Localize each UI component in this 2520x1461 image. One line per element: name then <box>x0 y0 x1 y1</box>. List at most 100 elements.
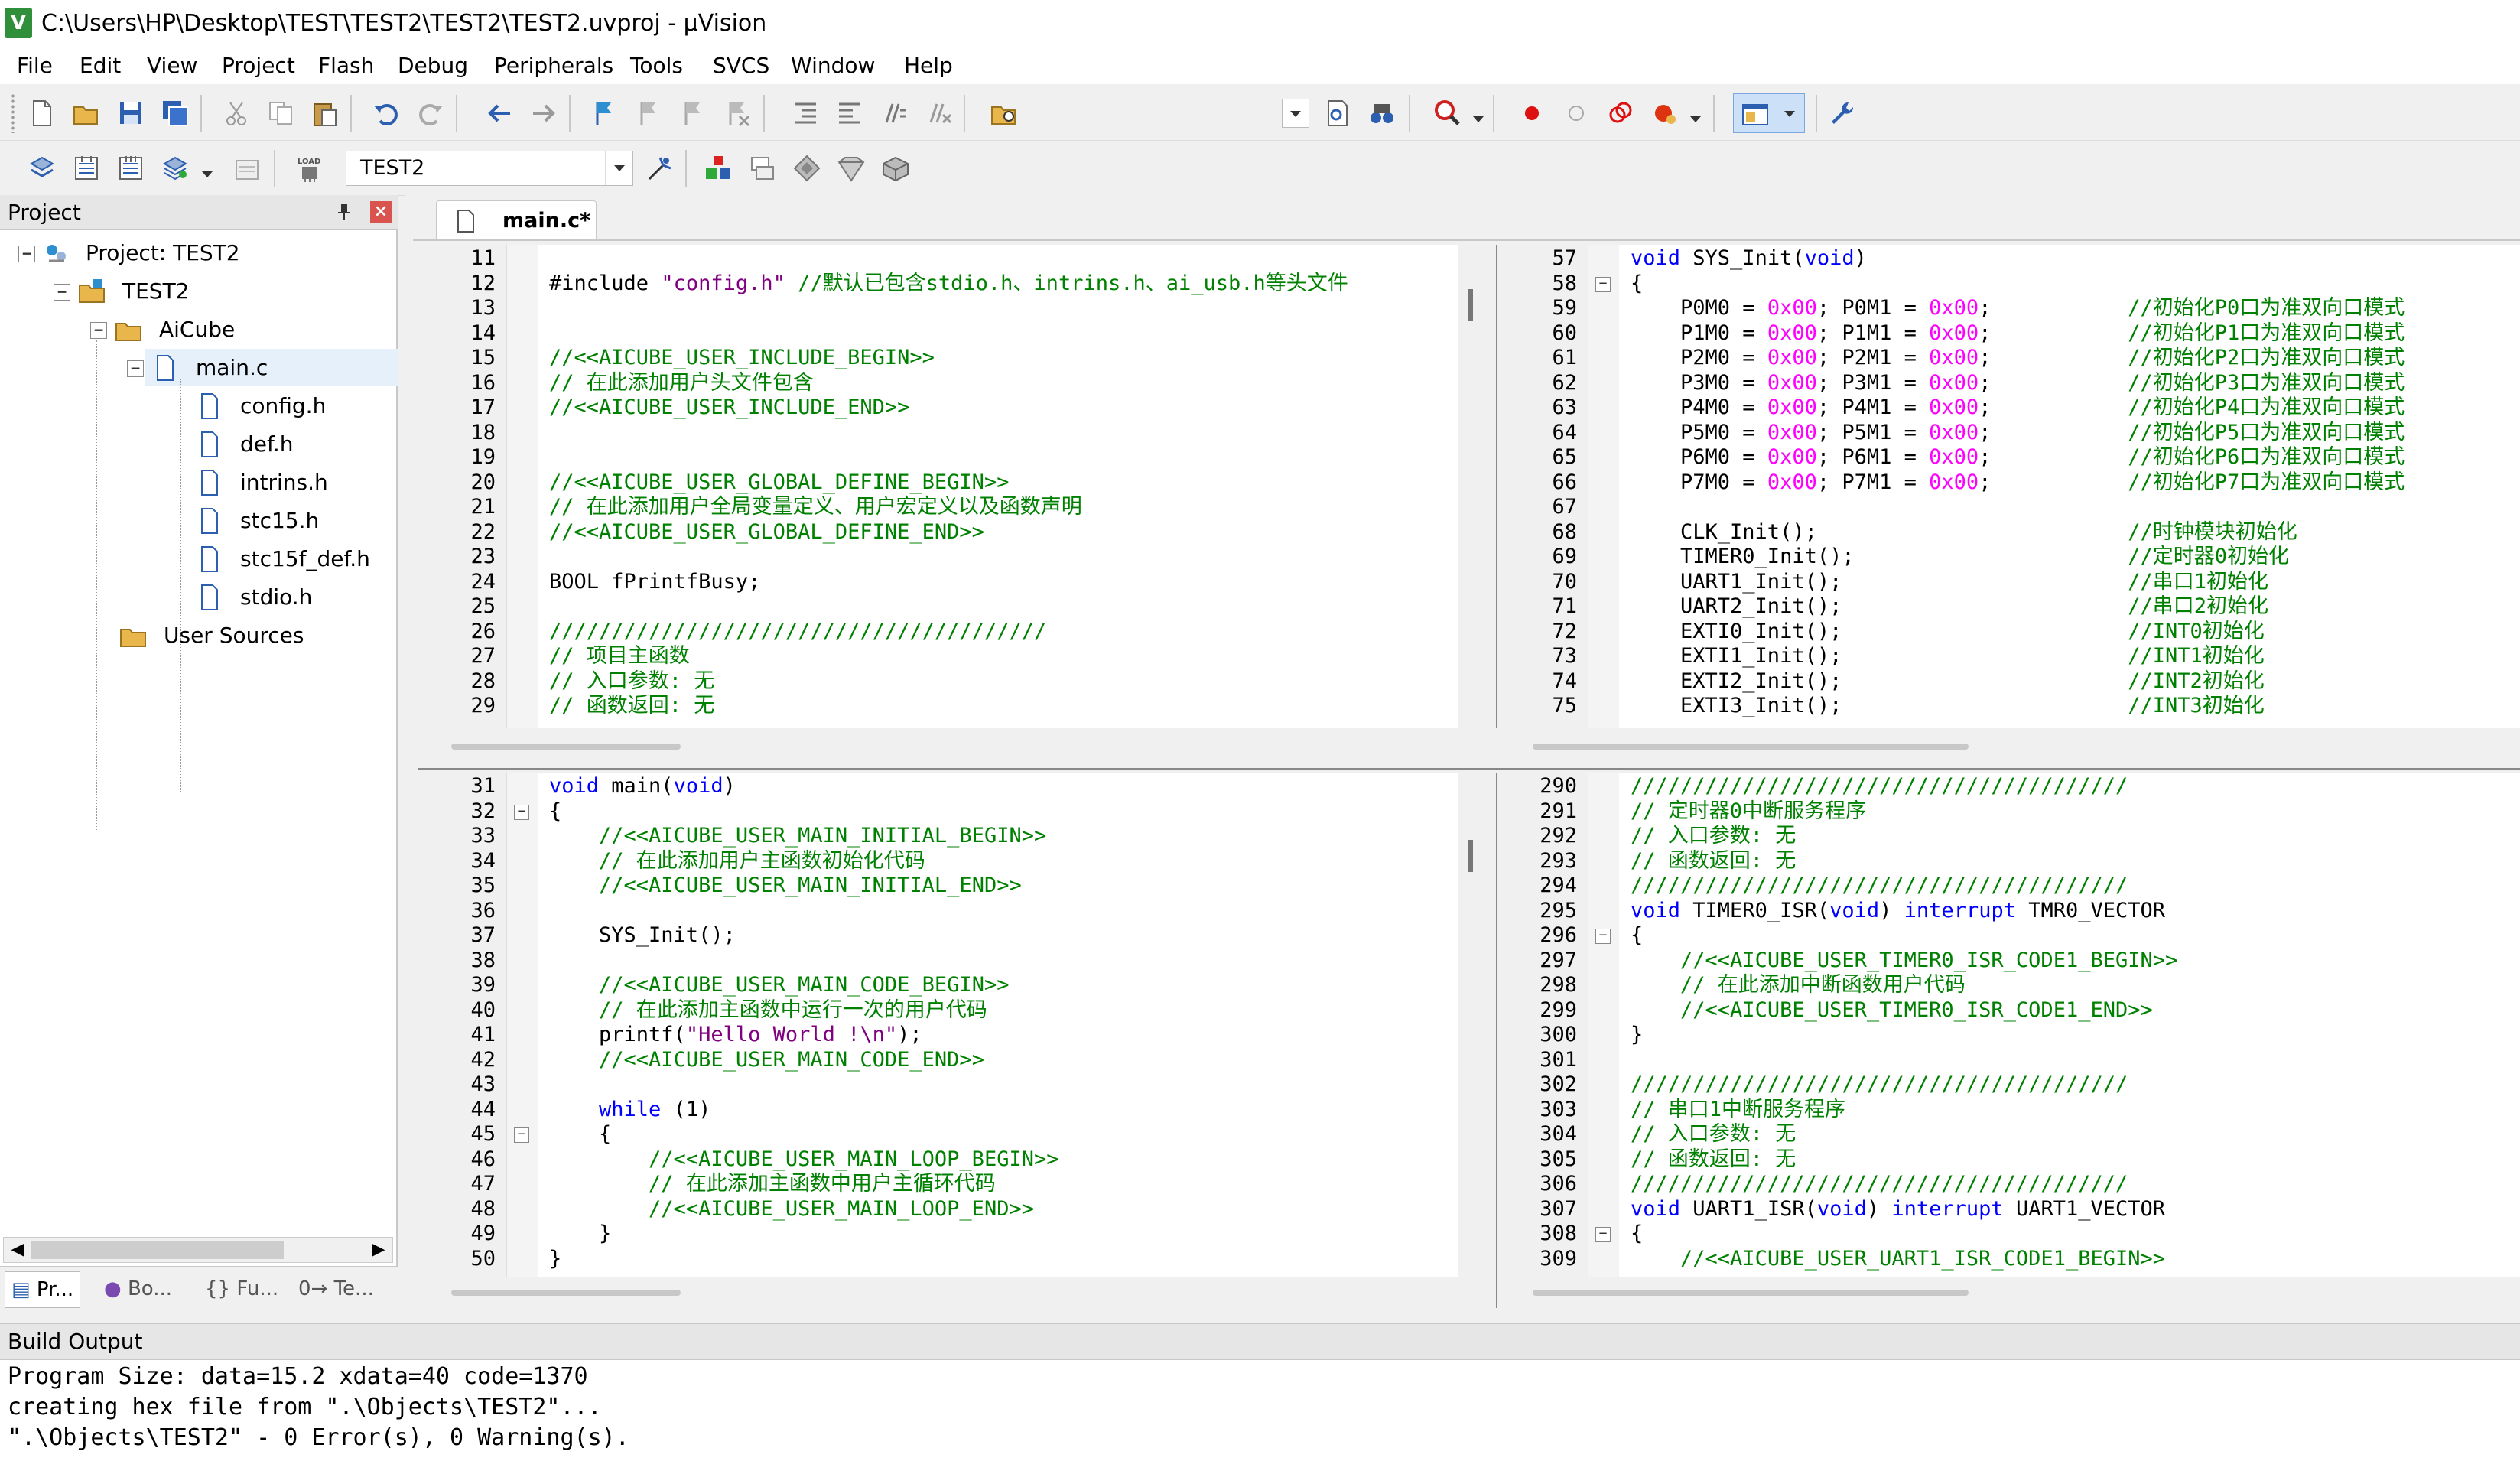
redo-button[interactable] <box>411 93 450 134</box>
browse-button[interactable] <box>1363 93 1401 134</box>
tab-project[interactable]: ▤ Pr... <box>5 1271 81 1308</box>
tab-books[interactable]: ● Bo... <box>98 1271 178 1306</box>
expander-icon[interactable]: − <box>54 284 70 301</box>
expander-icon[interactable]: − <box>18 246 35 262</box>
pane-hscrollbar-thumb[interactable] <box>451 744 681 750</box>
build-button[interactable] <box>67 148 106 189</box>
clear-bookmarks-button[interactable] <box>719 93 757 134</box>
start-debug-session-button[interactable] <box>1429 93 1467 134</box>
manage-components-button[interactable] <box>699 148 737 189</box>
fold-toggle-icon[interactable]: − <box>514 1127 529 1143</box>
paste-button[interactable] <box>306 93 344 134</box>
options-for-target-button[interactable] <box>639 148 678 189</box>
fold-toggle-icon[interactable]: − <box>1595 276 1611 292</box>
pane-vscrollbar-thumb[interactable] <box>1468 840 1473 872</box>
pane-vscrollbar-thumb[interactable] <box>1468 289 1473 321</box>
save-button[interactable] <box>112 93 150 134</box>
target-select[interactable]: TEST2 <box>346 151 633 186</box>
tab-main-c[interactable]: main.c* <box>436 200 597 240</box>
fold-toggle-icon[interactable]: − <box>1595 929 1611 944</box>
pin-icon[interactable] <box>333 201 355 223</box>
tree-file-header[interactable]: stc15.h <box>240 503 319 539</box>
close-icon[interactable]: × <box>370 201 392 223</box>
incremental-find-button[interactable] <box>1319 93 1357 134</box>
tree-project-root[interactable]: Project: TEST2 <box>86 236 240 271</box>
undo-button[interactable] <box>367 93 405 134</box>
menu-file[interactable]: File <box>17 47 53 84</box>
tree-file-header[interactable]: stdio.h <box>240 580 312 615</box>
target-select-dropdown[interactable] <box>605 151 632 185</box>
toolbar-grip[interactable] <box>11 93 15 133</box>
stop-build-button[interactable] <box>228 148 266 189</box>
next-bookmark-button[interactable] <box>675 93 713 134</box>
find-combo-dropdown[interactable] <box>1282 99 1309 128</box>
file-extensions-button[interactable] <box>743 148 782 189</box>
build-output-log[interactable]: Program Size: data=15.2 xdata=40 code=13… <box>0 1360 2520 1461</box>
menu-svcs[interactable]: SVCS <box>713 47 769 84</box>
expander-icon[interactable]: − <box>90 322 107 339</box>
tree-file-header[interactable]: def.h <box>240 427 293 462</box>
tree-file-header[interactable]: stc15f_def.h <box>240 542 370 577</box>
chevron-down-icon[interactable] <box>1473 116 1484 122</box>
editor-pane-bottom-left[interactable]: 31 void main(void) 32 − {33 //<<AICUBE_USER_… <box>418 773 1458 1277</box>
uncomment-selection-button[interactable] <box>919 93 958 134</box>
fold-toggle-icon[interactable]: − <box>1595 1227 1611 1242</box>
editor-pane-top-left[interactable]: 11 12 #include "config.h" //默认已包含stdio.h、i… <box>418 245 1458 728</box>
tree-group-user-sources[interactable]: User Sources <box>164 618 304 653</box>
navigate-back-button[interactable] <box>480 93 519 134</box>
menu-peripherals[interactable]: Peripherals <box>494 47 613 84</box>
tree-file-main[interactable]: main.c <box>196 350 268 386</box>
pack-installer-button[interactable] <box>832 148 870 189</box>
batch-build-button[interactable] <box>156 148 194 189</box>
find-in-files-button[interactable] <box>985 93 1023 134</box>
comment-selection-button[interactable] <box>875 93 913 134</box>
pane-hscrollbar-thumb[interactable] <box>1533 1290 1969 1296</box>
menu-project[interactable]: Project <box>222 47 295 84</box>
previous-bookmark-button[interactable] <box>630 93 668 134</box>
navigate-forward-button[interactable] <box>525 93 563 134</box>
unindent-button[interactable] <box>831 93 869 134</box>
expander-icon[interactable]: − <box>127 360 144 377</box>
menu-window[interactable]: Window <box>791 47 875 84</box>
new-file-button[interactable] <box>23 93 61 134</box>
scrollbar-thumb[interactable] <box>31 1241 284 1259</box>
insert-bookmark-button[interactable] <box>586 93 624 134</box>
pane-hscrollbar-thumb[interactable] <box>1533 744 1969 750</box>
configure-button[interactable] <box>1823 93 1862 134</box>
pane-hscrollbar-thumb[interactable] <box>451 1290 681 1296</box>
open-file-button[interactable] <box>67 93 106 134</box>
rebuild-button[interactable] <box>112 148 150 189</box>
window-layout-button[interactable] <box>1733 93 1805 133</box>
tree-target[interactable]: TEST2 <box>122 274 190 309</box>
tab-functions[interactable]: {} Fu... <box>199 1271 285 1306</box>
fold-toggle-icon[interactable]: − <box>514 804 529 820</box>
chevron-down-icon[interactable] <box>1690 116 1701 122</box>
chevron-down-icon[interactable] <box>202 171 213 177</box>
menu-help[interactable]: Help <box>904 47 953 84</box>
download-button[interactable]: LOAD <box>291 148 329 189</box>
select-packs-button[interactable] <box>788 148 826 189</box>
tab-templates[interactable]: 0→ Te... <box>292 1271 380 1306</box>
menu-view[interactable]: View <box>147 47 197 84</box>
vertical-splitter[interactable] <box>1458 245 1499 1308</box>
horizontal-splitter[interactable] <box>418 728 2520 773</box>
translate-button[interactable] <box>23 148 61 189</box>
save-all-button[interactable] <box>156 93 194 134</box>
disable-all-breakpoints-button[interactable] <box>1601 93 1640 134</box>
kill-all-breakpoints-button[interactable] <box>1646 93 1684 134</box>
software-packs-button[interactable] <box>876 148 915 189</box>
editor-pane-top-right[interactable]: 57 void SYS_Init(void) 58 − {59 P0M0 = 0x00;… <box>1499 245 2520 728</box>
tree-group-aicube[interactable]: AiCube <box>159 312 235 347</box>
cut-button[interactable] <box>217 93 255 134</box>
insert-breakpoint-button[interactable] <box>1513 93 1551 134</box>
scroll-left-icon[interactable]: ◀ <box>7 1239 28 1261</box>
scroll-right-icon[interactable]: ▶ <box>368 1239 389 1261</box>
menu-tools[interactable]: Tools <box>630 47 683 84</box>
enable-breakpoint-button[interactable] <box>1557 93 1595 134</box>
menu-debug[interactable]: Debug <box>398 47 468 84</box>
menu-edit[interactable]: Edit <box>80 47 121 84</box>
editor-pane-bottom-right[interactable]: 290 /////////////////////////////////////… <box>1499 773 2520 1277</box>
indent-button[interactable] <box>786 93 824 134</box>
copy-button[interactable] <box>262 93 300 134</box>
tree-file-header[interactable]: intrins.h <box>240 465 328 500</box>
